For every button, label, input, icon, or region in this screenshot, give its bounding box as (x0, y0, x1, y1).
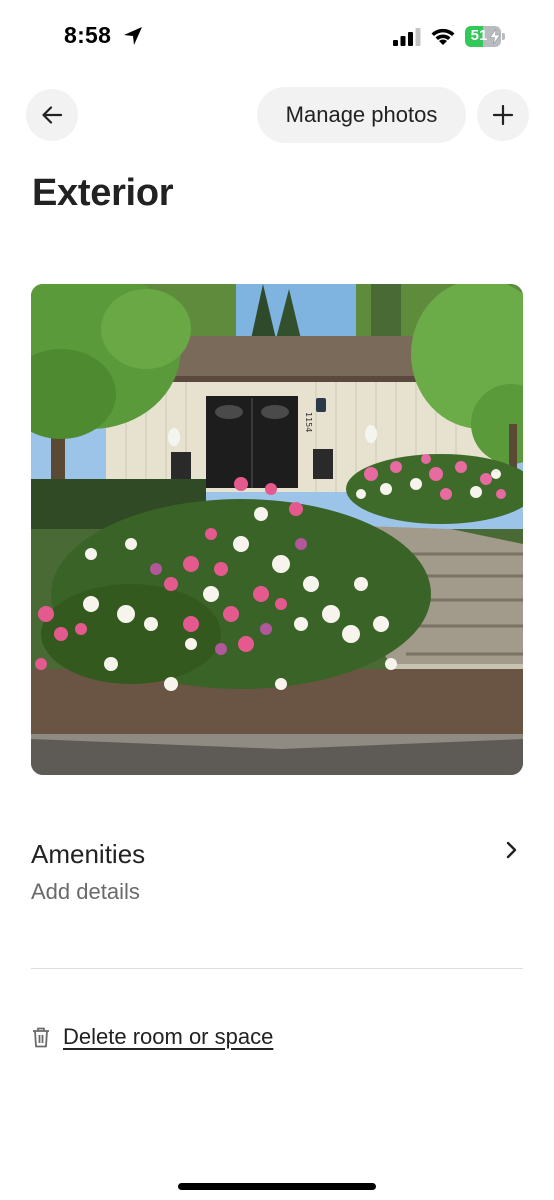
amenities-subtitle: Add details (31, 879, 140, 904)
plus-icon (493, 105, 513, 125)
arrow-left-icon (42, 106, 62, 124)
battery-charging-icon: 51 (465, 26, 505, 47)
house-exterior-image: 1154 (31, 284, 523, 775)
amenities-row[interactable]: Amenities Add details (31, 835, 523, 915)
status-bar: 8:58 51 (0, 0, 554, 76)
exterior-photo[interactable]: 1154 (31, 284, 523, 775)
house-number: 1154 (304, 412, 313, 432)
bolt-icon (490, 29, 500, 44)
amenities-title: Amenities (31, 839, 146, 869)
wifi-icon (431, 28, 455, 45)
home-indicator (178, 1183, 376, 1190)
divider (31, 968, 523, 969)
battery-level: 51 (470, 27, 488, 44)
delete-room-link[interactable]: Delete room or space (63, 1024, 273, 1050)
delete-room-button[interactable]: Delete room or space (31, 1020, 273, 1054)
page-title: Exterior (32, 172, 174, 214)
back-button[interactable] (26, 89, 78, 141)
location-arrow-icon (124, 27, 142, 45)
chevron-right-icon (506, 841, 517, 859)
trash-icon (33, 1027, 49, 1048)
add-photo-button[interactable] (477, 89, 529, 141)
cellular-signal-icon (393, 28, 421, 46)
status-time: 8:58 (64, 22, 112, 48)
manage-photos-button[interactable]: Manage photos (257, 87, 466, 143)
